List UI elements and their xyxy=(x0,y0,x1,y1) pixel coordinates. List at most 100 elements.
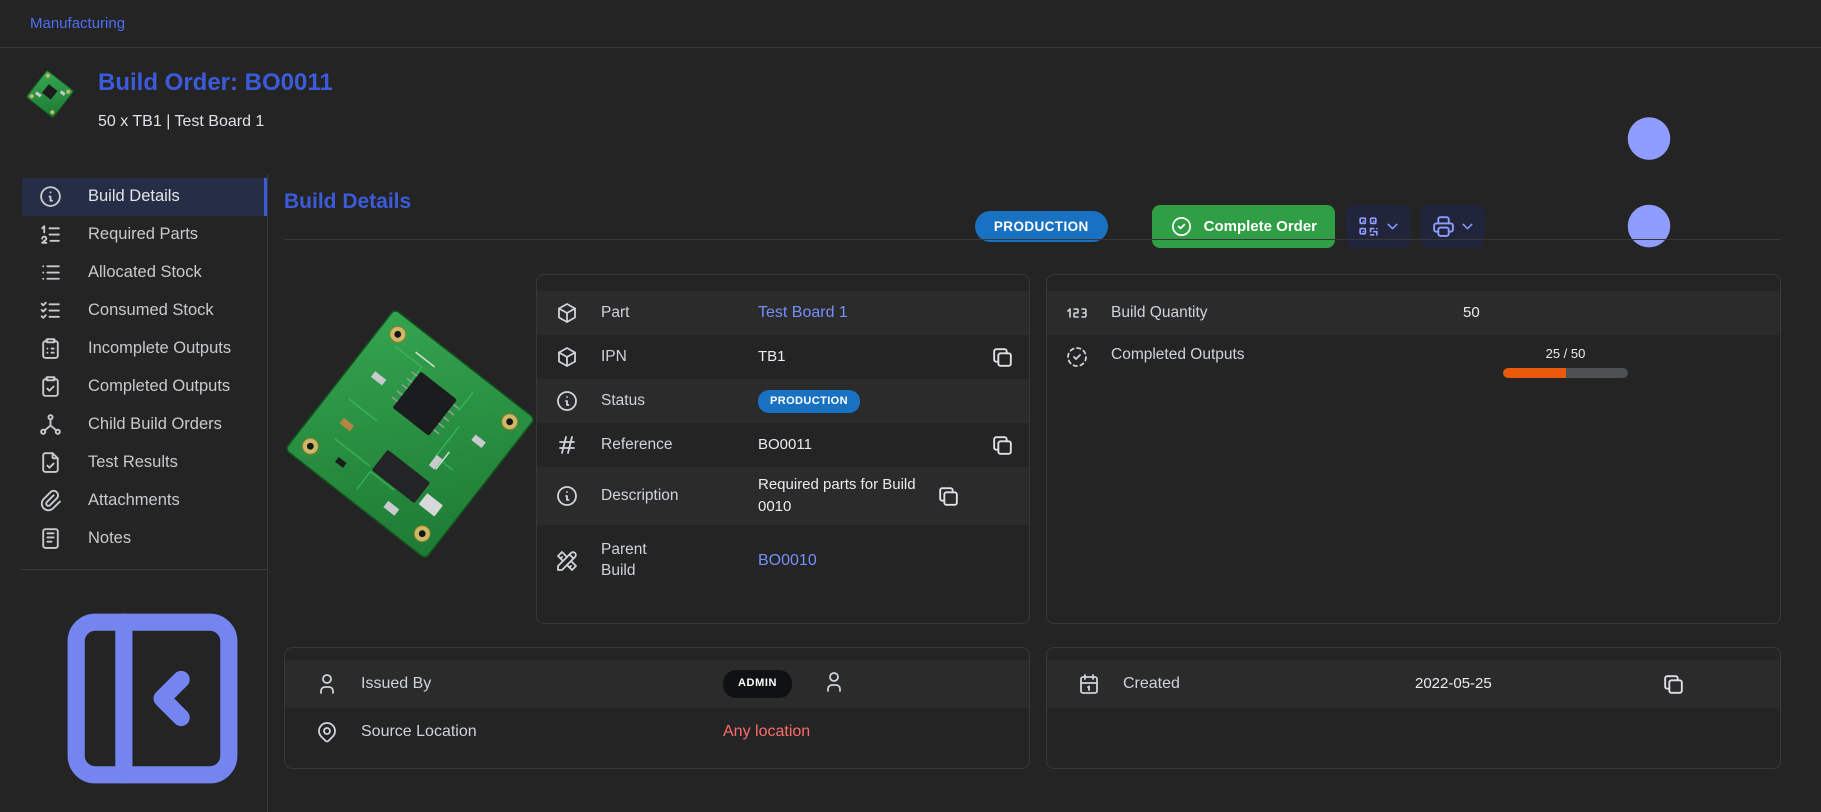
sidebar-item-label: Notes xyxy=(88,529,131,548)
status-badge: PRODUCTION xyxy=(758,390,860,414)
progress-text: 25 / 50 xyxy=(1503,345,1628,364)
detail-label-reference: Reference xyxy=(601,435,736,456)
numbers-123-icon xyxy=(1065,301,1089,325)
parent-build-link[interactable]: BO0010 xyxy=(758,552,817,569)
detail-row-parent-build: Parent Build BO0010 xyxy=(537,525,1029,597)
sidebar-item-required-parts[interactable]: Required Parts xyxy=(22,216,267,254)
detail-label-status: Status xyxy=(601,391,736,412)
clipboard-check-icon xyxy=(38,374,63,399)
list-icon xyxy=(38,260,63,285)
detail-row-reference: Reference BO0011 xyxy=(537,423,1029,467)
completed-outputs-progress: 25 / 50 xyxy=(1503,345,1628,378)
part-thumbnail[interactable] xyxy=(24,66,76,122)
stat-row-build-quantity: Build Quantity 50 xyxy=(1047,291,1780,335)
stat-label-build-quantity: Build Quantity xyxy=(1111,303,1441,324)
detail-row-description: Description Required parts for Build 001… xyxy=(537,467,1029,525)
details-grid: Part Test Board 1 IPN TB1 Status xyxy=(284,274,1781,769)
hierarchy-icon xyxy=(38,412,63,437)
sidebar-item-test-results[interactable]: Test Results xyxy=(22,443,267,481)
sidebar-item-label: Attachments xyxy=(88,491,180,510)
reference-value: BO0011 xyxy=(758,434,990,456)
copy-icon xyxy=(990,433,1015,458)
user-icon xyxy=(822,670,846,694)
build-quantity-value: 50 xyxy=(1463,302,1766,324)
created-value: 2022-05-25 xyxy=(1415,673,1661,695)
label-issued-by: Issued By xyxy=(361,673,701,695)
calendar-icon xyxy=(1077,672,1101,696)
detail-label-part: Part xyxy=(601,303,736,324)
sidebar-item-label: Test Results xyxy=(88,453,178,472)
issued-table: Issued By ADMIN Source Location Any loca… xyxy=(284,647,1030,769)
sidebar-item-build-details[interactable]: Build Details xyxy=(22,178,267,216)
page-subtitle: 50 x TB1 | Test Board 1 xyxy=(98,113,333,131)
issued-by-user-badge: ADMIN xyxy=(723,670,792,698)
build-order-page: Manufacturing Build Order: BO0011 xyxy=(0,0,1821,812)
sidebar-item-label: Consumed Stock xyxy=(88,301,214,320)
clipboard-list-icon xyxy=(38,336,63,361)
page-header: Build Order: BO0011 50 x TB1 | Test Boar… xyxy=(0,48,1821,174)
sidebar-item-attachments[interactable]: Attachments xyxy=(22,481,267,519)
detail-row-status: Status PRODUCTION xyxy=(537,379,1029,423)
build-details-table: Part Test Board 1 IPN TB1 Status xyxy=(536,274,1030,624)
info-circle-icon xyxy=(555,389,579,413)
details-left-cell: Part Test Board 1 IPN TB1 Status xyxy=(284,274,1030,624)
main-panel: Build Details xyxy=(268,174,1821,812)
copy-button[interactable] xyxy=(1661,672,1686,697)
breadcrumb: Manufacturing xyxy=(0,0,1821,48)
tools-icon xyxy=(555,549,579,573)
copy-icon xyxy=(936,484,961,509)
map-pin-icon xyxy=(315,720,339,744)
sidebar-collapse-button[interactable] xyxy=(0,580,267,812)
copy-icon xyxy=(990,345,1015,370)
info-circle-icon xyxy=(555,484,579,508)
detail-label-description: Description xyxy=(601,486,736,507)
copy-button[interactable] xyxy=(936,484,961,509)
sidebar-item-label: Completed Outputs xyxy=(88,377,230,396)
box-icon xyxy=(555,301,579,325)
breadcrumb-manufacturing-link[interactable]: Manufacturing xyxy=(30,15,125,32)
stat-row-completed-outputs: Completed Outputs 25 / 50 xyxy=(1047,335,1780,415)
sidebar-item-consumed-stock[interactable]: Consumed Stock xyxy=(22,292,267,330)
sidebar: Build Details Required Parts Allocated S… xyxy=(0,174,268,812)
row-issued-by: Issued By ADMIN xyxy=(285,660,1029,708)
detail-label-parent-build: Parent Build xyxy=(601,540,736,582)
sidebar-divider xyxy=(20,569,267,570)
user-icon xyxy=(315,672,339,696)
copy-button[interactable] xyxy=(990,433,1015,458)
sidebar-item-allocated-stock[interactable]: Allocated Stock xyxy=(22,254,267,292)
stat-label-completed-outputs: Completed Outputs xyxy=(1111,345,1441,366)
progress-track xyxy=(1503,368,1628,378)
page-title: Build Order: BO0011 xyxy=(98,70,333,96)
sidebar-item-completed-outputs[interactable]: Completed Outputs xyxy=(22,368,267,406)
copy-button[interactable] xyxy=(990,345,1015,370)
sidebar-item-incomplete-outputs[interactable]: Incomplete Outputs xyxy=(22,330,267,368)
progress-fill xyxy=(1503,368,1566,378)
info-circle-icon xyxy=(38,184,63,209)
sidebar-item-label: Child Build Orders xyxy=(88,415,222,434)
box-icon xyxy=(555,345,579,369)
created-table: Created 2022-05-25 xyxy=(1046,647,1781,769)
part-link[interactable]: Test Board 1 xyxy=(758,304,848,321)
row-created: Created 2022-05-25 xyxy=(1047,660,1780,708)
sidebar-item-label: Incomplete Outputs xyxy=(88,339,231,358)
sidebar-item-notes[interactable]: Notes xyxy=(22,519,267,557)
copy-icon xyxy=(1661,672,1686,697)
sidebar-collapse-icon xyxy=(38,584,267,812)
detail-row-part: Part Test Board 1 xyxy=(537,291,1029,335)
detail-row-ipn: IPN TB1 xyxy=(537,335,1029,379)
part-image[interactable] xyxy=(284,274,536,604)
title-block: Build Order: BO0011 50 x TB1 | Test Boar… xyxy=(98,64,333,131)
list-check-icon xyxy=(38,298,63,323)
sidebar-item-label: Build Details xyxy=(88,187,180,206)
ipn-value: TB1 xyxy=(758,346,990,368)
build-stats-table: Build Quantity 50 Completed Outputs 25 /… xyxy=(1046,274,1781,624)
content: Build Details Required Parts Allocated S… xyxy=(0,174,1821,812)
sidebar-item-child-build-orders[interactable]: Child Build Orders xyxy=(22,405,267,443)
row-source-location: Source Location Any location xyxy=(285,708,1029,756)
hash-icon xyxy=(555,433,579,457)
description-value: Required parts for Build 0010 xyxy=(758,474,936,518)
list-numbers-icon xyxy=(38,222,63,247)
paperclip-icon xyxy=(38,488,63,513)
file-check-icon xyxy=(38,450,63,475)
sidebar-item-label: Required Parts xyxy=(88,225,198,244)
